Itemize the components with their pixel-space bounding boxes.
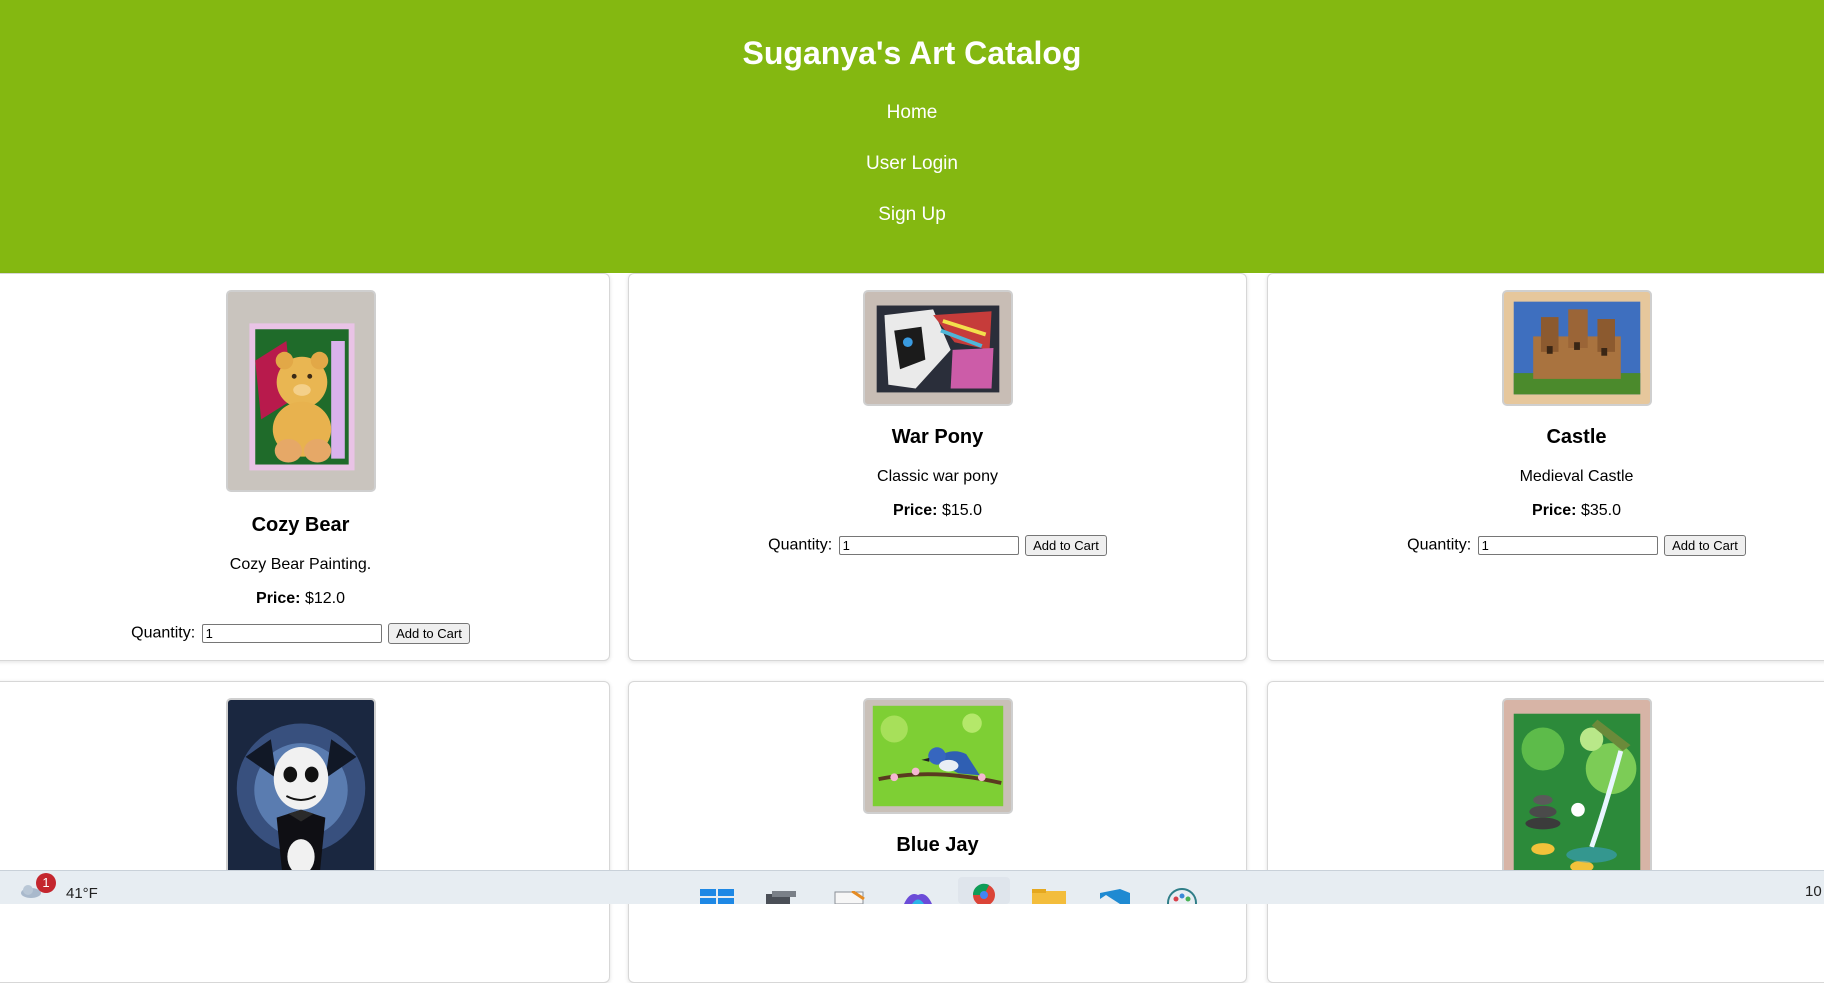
add-to-cart-button[interactable]: Add to Cart — [1025, 535, 1107, 556]
product-card — [0, 681, 610, 983]
notification-badge: 1 — [36, 873, 56, 893]
product-title: Castle — [1546, 426, 1607, 448]
quantity-label: Quantity: — [1407, 536, 1472, 554]
product-description: Classic war pony — [877, 468, 998, 485]
task-view-icon[interactable] — [766, 891, 796, 909]
nav-sign-up[interactable]: Sign Up — [0, 203, 1824, 227]
product-card — [1267, 681, 1824, 983]
quantity-label: Quantity: — [768, 536, 833, 554]
clock-label: 10 — [1805, 883, 1822, 900]
product-title: Cozy Bear — [251, 514, 350, 536]
product-description: Medieval Castle — [1519, 468, 1634, 485]
price-value: $35.0 — [1580, 502, 1621, 519]
price-value: $12.0 — [304, 590, 345, 607]
quantity-label: Quantity: — [131, 624, 196, 642]
chrome-icon[interactable] — [958, 877, 1010, 909]
quantity-row: Quantity: Add to Cart — [0, 623, 609, 644]
nav-home[interactable]: Home — [0, 101, 1824, 125]
taskbar: 1 41°F 10 — [0, 870, 1824, 918]
site-header: Suganya's Art Catalog Home User Login Si… — [0, 0, 1824, 273]
vscode-icon[interactable] — [1098, 889, 1130, 909]
quantity-row: Quantity: Add to Cart — [1268, 535, 1824, 556]
quantity-input[interactable] — [1477, 536, 1658, 555]
price-label: Price: — [893, 502, 938, 519]
price-label: Price: — [256, 590, 301, 607]
product-description: Cozy Bear Painting. — [229, 556, 372, 573]
product-image-blue-jay — [862, 698, 1013, 814]
product-image-zen-garden — [1501, 698, 1652, 898]
product-price: Price: $15.0 — [629, 502, 1246, 520]
add-to-cart-button[interactable]: Add to Cart — [388, 623, 470, 644]
price-label: Price: — [1532, 502, 1577, 519]
product-image-skeleton — [225, 698, 376, 898]
product-title: War Pony — [891, 426, 984, 448]
price-value: $15.0 — [941, 502, 982, 519]
product-image-cozy-bear — [225, 290, 376, 492]
site-title: Suganya's Art Catalog — [742, 35, 1082, 71]
quantity-input[interactable] — [201, 624, 382, 643]
product-card-blue-jay: Blue Jay — [628, 681, 1247, 983]
quantity-row: Quantity: Add to Cart — [629, 535, 1246, 556]
product-price: Price: $12.0 — [0, 590, 609, 608]
quantity-input[interactable] — [838, 536, 1019, 555]
notepad-icon[interactable] — [834, 889, 866, 909]
copilot-icon[interactable] — [902, 891, 934, 909]
add-to-cart-button[interactable]: Add to Cart — [1664, 535, 1746, 556]
product-price: Price: $35.0 — [1268, 502, 1824, 520]
product-card-cozy-bear: Cozy Bear Cozy Bear Painting. Price: $12… — [0, 273, 610, 661]
file-explorer-icon[interactable] — [1032, 889, 1066, 909]
start-icon[interactable] — [700, 889, 734, 909]
temperature-label: 41°F — [66, 885, 98, 902]
product-image-war-pony — [862, 290, 1013, 406]
nav-user-login[interactable]: User Login — [0, 152, 1824, 176]
product-image-castle — [1501, 290, 1652, 406]
product-card-war-pony: War Pony Classic war pony Price: $15.0 Q… — [628, 273, 1247, 661]
product-card-castle: Castle Medieval Castle Price: $35.0 Quan… — [1267, 273, 1824, 661]
product-title: Blue Jay — [896, 834, 979, 856]
paint-icon[interactable] — [1166, 887, 1198, 918]
